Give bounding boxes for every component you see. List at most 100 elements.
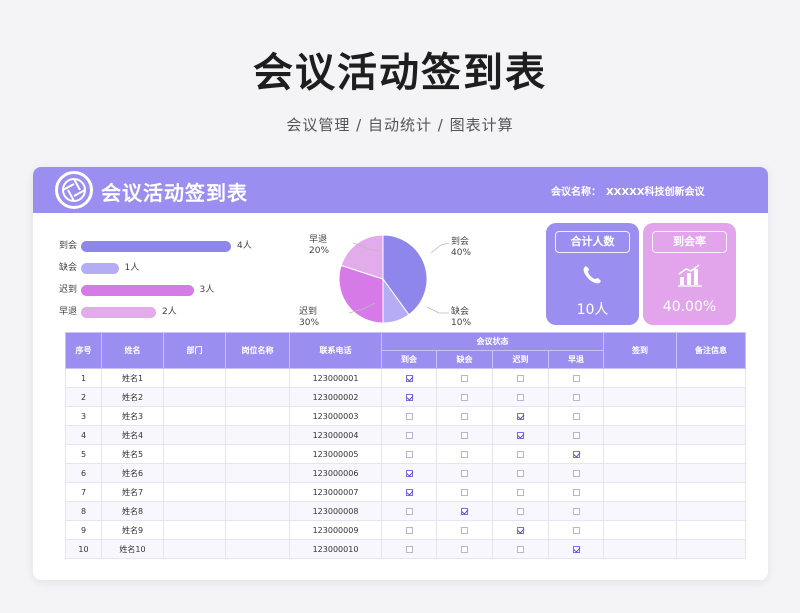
row-note[interactable] — [676, 444, 746, 464]
row-number: 3 — [65, 406, 102, 426]
status-cell-absent — [436, 539, 493, 559]
status-checkbox[interactable] — [517, 374, 524, 382]
row-note[interactable] — [676, 539, 746, 559]
status-cell-ontime — [381, 425, 437, 445]
row-dept — [163, 387, 226, 407]
status-checkbox[interactable] — [572, 507, 580, 515]
status-cell-absent — [436, 501, 493, 521]
row-note[interactable] — [676, 406, 746, 426]
row-sign[interactable] — [603, 406, 677, 426]
status-checkbox[interactable] — [405, 412, 413, 420]
row-name: 姓名8 — [101, 501, 164, 521]
status-checkbox[interactable] — [461, 545, 468, 553]
row-note[interactable] — [676, 368, 746, 388]
header-position: 岗位名称 — [225, 332, 290, 369]
row-note[interactable] — [676, 463, 746, 483]
row-sign[interactable] — [603, 501, 677, 521]
status-checkbox[interactable] — [405, 469, 413, 477]
sheet-card: 会议活动签到表 会议名称： XXXXX科技创新会议 到会 4人 缺会 1人 迟到 3人 早退… — [33, 167, 768, 580]
header-ontime: 到会 — [381, 350, 437, 369]
bar-mark — [81, 285, 194, 296]
row-position — [225, 520, 290, 540]
row-number: 8 — [65, 501, 102, 521]
bar-mark — [81, 263, 119, 274]
row-position — [225, 444, 290, 464]
status-checkbox[interactable] — [572, 450, 580, 458]
table-row: 4 姓名4 123000004 — [65, 425, 746, 445]
status-checkbox[interactable] — [517, 545, 524, 553]
row-sign[interactable] — [603, 387, 677, 407]
row-sign[interactable] — [603, 425, 677, 445]
status-checkbox[interactable] — [572, 412, 580, 420]
row-note[interactable] — [676, 425, 746, 445]
row-note[interactable] — [676, 387, 746, 407]
row-note[interactable] — [676, 482, 746, 502]
status-checkbox[interactable] — [517, 526, 524, 534]
row-sign[interactable] — [603, 539, 677, 559]
row-sign[interactable] — [603, 482, 677, 502]
row-sign[interactable] — [603, 444, 677, 464]
status-checkbox[interactable] — [572, 488, 580, 496]
status-checkbox[interactable] — [461, 469, 468, 477]
bar-row: 早退 2人 — [59, 305, 279, 319]
row-note[interactable] — [676, 520, 746, 540]
status-checkbox[interactable] — [405, 545, 413, 553]
row-sign[interactable] — [603, 520, 677, 540]
bar-mark — [81, 307, 156, 318]
status-cell-early — [548, 539, 604, 559]
status-checkbox[interactable] — [405, 393, 413, 401]
row-name: 姓名10 — [101, 539, 164, 559]
status-cell-ontime — [381, 520, 437, 540]
status-cell-ontime — [381, 444, 437, 464]
status-checkbox[interactable] — [405, 488, 413, 496]
status-checkbox[interactable] — [517, 469, 524, 477]
status-checkbox[interactable] — [572, 469, 580, 477]
status-checkbox[interactable] — [461, 393, 468, 401]
shutter-logo-icon — [55, 171, 93, 209]
status-checkbox[interactable] — [517, 488, 524, 496]
status-checkbox[interactable] — [572, 431, 580, 439]
row-sign[interactable] — [603, 368, 677, 388]
status-checkbox[interactable] — [572, 545, 580, 553]
status-cell-absent — [436, 463, 493, 483]
status-checkbox[interactable] — [461, 374, 468, 382]
row-name: 姓名3 — [101, 406, 164, 426]
status-checkbox[interactable] — [461, 412, 468, 420]
status-checkbox[interactable] — [405, 507, 413, 515]
total-count-card: 合计人数 10人 — [546, 223, 639, 325]
status-checkbox[interactable] — [572, 526, 580, 534]
row-sign[interactable] — [603, 463, 677, 483]
status-checkbox[interactable] — [517, 412, 524, 420]
status-cell-early — [548, 425, 604, 445]
status-checkbox[interactable] — [405, 431, 413, 439]
status-cell-late — [492, 482, 549, 502]
bar-mark — [81, 241, 231, 252]
row-phone: 123000008 — [289, 501, 382, 521]
status-checkbox[interactable] — [461, 526, 468, 534]
status-cell-early — [548, 444, 604, 464]
header-no: 序号 — [65, 332, 102, 369]
status-cell-late — [492, 425, 549, 445]
status-checkbox[interactable] — [572, 374, 580, 382]
status-checkbox[interactable] — [461, 450, 468, 458]
bar-category-label: 缺会 — [59, 263, 78, 273]
status-checkbox[interactable] — [405, 526, 413, 534]
row-note[interactable] — [676, 501, 746, 521]
row-phone: 123000010 — [289, 539, 382, 559]
status-checkbox[interactable] — [517, 450, 524, 458]
status-checkbox[interactable] — [517, 431, 524, 439]
status-checkbox[interactable] — [572, 393, 580, 401]
page-title: 会议活动签到表 — [253, 50, 547, 96]
status-checkbox[interactable] — [461, 507, 468, 515]
status-checkbox[interactable] — [461, 488, 468, 496]
table-row: 5 姓名5 123000005 — [65, 444, 746, 464]
status-checkbox[interactable] — [517, 393, 524, 401]
status-checkbox[interactable] — [461, 431, 468, 439]
status-checkbox[interactable] — [517, 507, 524, 515]
row-name: 姓名2 — [101, 387, 164, 407]
bar-value-label: 4人 — [237, 241, 252, 251]
status-checkbox[interactable] — [405, 450, 413, 458]
status-checkbox[interactable] — [405, 374, 413, 382]
card-header: 会议活动签到表 会议名称： XXXXX科技创新会议 — [33, 167, 768, 213]
table-row: 2 姓名2 123000002 — [65, 387, 746, 407]
